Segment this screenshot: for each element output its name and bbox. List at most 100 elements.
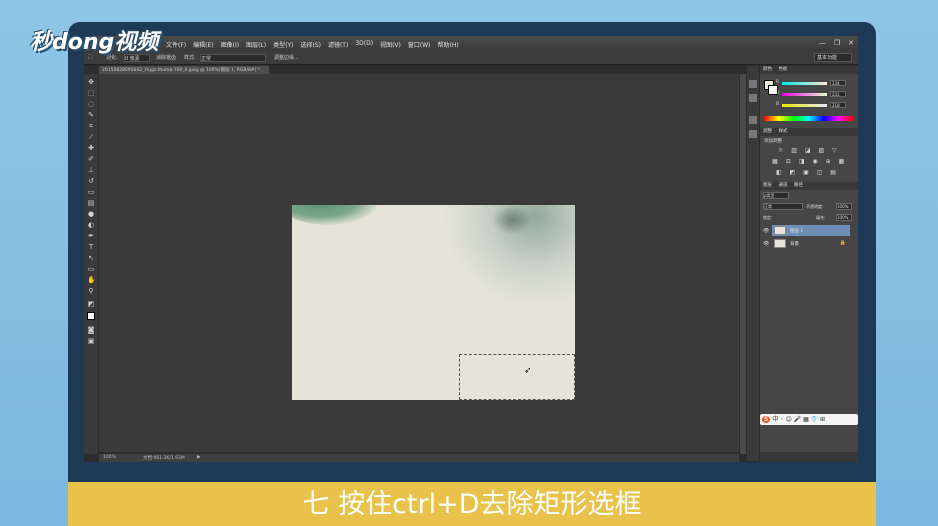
document-tab[interactable]: 20150828095642_Ykjgz.thumb.700_0.jpeg @ … <box>99 66 269 74</box>
zoom-level[interactable]: 100% <box>103 455 116 460</box>
layer1-visibility-icon[interactable]: 👁 <box>763 228 769 234</box>
vertical-scrollbar[interactable] <box>740 74 746 454</box>
tab-paths[interactable]: 路径 <box>794 183 803 188</box>
menu-filter[interactable]: 滤镜(T) <box>328 40 348 49</box>
foreground-color-swatch[interactable] <box>87 312 95 320</box>
type-tool-icon[interactable]: T <box>87 243 95 251</box>
doc-info: 文档:961.2K/1.93M <box>143 456 185 461</box>
caption: 七 按住ctrl+D去除矩形选框 <box>68 482 876 526</box>
document-image[interactable]: ➶ <box>292 205 575 400</box>
zoom-tool-icon[interactable]: ⚲ <box>87 287 95 295</box>
status-bar: 100% 文档:961.2K/1.93M ▶ <box>99 454 739 462</box>
add-adjustment-title: 添加调整 <box>764 139 782 144</box>
hand-tool-icon[interactable]: ✋ <box>87 276 96 284</box>
menu-type[interactable]: 类型(Y) <box>273 40 293 49</box>
photoshop-window: 文件(F) 编辑(E) 图像(I) 图层(L) 类型(Y) 选择(S) 滤镜(T… <box>84 36 858 462</box>
healing-tool-icon[interactable]: ✚ <box>87 144 95 152</box>
menu-help[interactable]: 帮助(H) <box>438 40 459 49</box>
rect-marquee-tool-icon[interactable]: ⬚ <box>87 89 95 97</box>
screen-mode-icon[interactable]: ▣ <box>87 337 95 345</box>
shape-tool-icon[interactable]: ▭ <box>87 265 95 273</box>
menu-image[interactable]: 图像(I) <box>221 40 239 49</box>
background-visibility-icon[interactable]: 👁 <box>763 241 769 247</box>
ime-status: 中 ◦ ☺ 🎤 ▦ 👕 ⊞ <box>772 416 826 423</box>
adjust-icons-row2[interactable]: ▦ ⚖ ◨ ◉ ⊕ ▦ <box>772 158 847 165</box>
history-brush-tool-icon[interactable]: ↺ <box>87 177 95 185</box>
path-select-tool-icon[interactable]: ↖ <box>87 254 95 262</box>
layer-thumbnail <box>774 239 786 248</box>
adjust-icons-row1[interactable]: ☼ ▥ ◪ ▨ ▽ <box>778 147 840 154</box>
b-slider[interactable] <box>782 104 827 107</box>
ime-toolbar[interactable]: S 中 ◦ ☺ 🎤 ▦ 👕 ⊞ <box>760 414 858 425</box>
lasso-tool-icon[interactable]: ◌ <box>87 100 95 108</box>
menu-layer[interactable]: 图层(L) <box>246 40 266 49</box>
canvas-area[interactable]: ➶ <box>99 74 739 452</box>
tab-adjustments[interactable]: 调整 <box>763 129 772 134</box>
fill-value[interactable]: 100% <box>836 214 852 221</box>
right-panels: 颜色 色板 R 234 G 231 B 218 调整 样式 添加调整 ☼ ▥ ◪… <box>760 66 858 462</box>
menu-view[interactable]: 视图(V) <box>380 40 401 49</box>
title-menu-bar: 文件(F) 编辑(E) 图像(I) 图层(L) 类型(Y) 选择(S) 滤镜(T… <box>84 36 858 51</box>
r-value[interactable]: 234 <box>830 80 846 86</box>
menu-3d[interactable]: 3D(D) <box>355 40 373 49</box>
eyedropper-tool-icon[interactable]: ⁄ <box>87 133 95 141</box>
ink-mountain-left <box>292 205 377 225</box>
blend-mode-select[interactable]: 正常 <box>763 203 803 210</box>
antialias-checkbox[interactable]: 消除锯齿 <box>156 54 176 61</box>
b-value[interactable]: 218 <box>830 102 846 108</box>
blur-tool-icon[interactable]: ● <box>87 210 95 218</box>
stamp-tool-icon[interactable]: ⊥ <box>87 166 95 174</box>
character-panel-icon[interactable] <box>749 116 757 124</box>
minimize-button[interactable]: — <box>819 39 826 47</box>
color-spectrum[interactable] <box>764 116 853 121</box>
feather-value: 0 像素 <box>125 56 140 62</box>
layer-name: 图层 1 <box>790 229 804 234</box>
rectangular-selection[interactable] <box>459 354 575 400</box>
menu-edit[interactable]: 编辑(E) <box>193 40 213 49</box>
refine-edge-button[interactable]: 调整边缘... <box>274 54 299 61</box>
move-tool-icon[interactable]: ✥ <box>87 78 95 86</box>
paragraph-panel-icon[interactable] <box>749 130 757 138</box>
opacity-label: 不透明度: <box>806 204 824 209</box>
dodge-tool-icon[interactable]: ◐ <box>87 221 95 229</box>
tab-color[interactable]: 颜色 <box>763 67 772 72</box>
layer-kind-filter[interactable]: ρ类型 <box>763 192 789 199</box>
g-slider[interactable] <box>782 93 827 96</box>
properties-panel-icon[interactable] <box>749 94 757 102</box>
g-value[interactable]: 231 <box>830 91 846 97</box>
brush-tool-icon[interactable]: ✐ <box>87 155 95 163</box>
menu-window[interactable]: 窗口(W) <box>408 40 431 49</box>
menu-file[interactable]: 文件(F) <box>166 40 186 49</box>
window-controls: — ❐ ✕ <box>819 39 854 47</box>
style-value: 正常 <box>201 56 212 62</box>
tab-layers[interactable]: 图层 <box>763 183 772 188</box>
adjust-icons-row3[interactable]: ◧ ◩ ▣ ◫ ▤ <box>776 169 839 176</box>
quick-select-tool-icon[interactable]: ✎ <box>87 111 95 119</box>
r-slider[interactable] <box>782 82 827 85</box>
eraser-tool-icon[interactable]: ▭ <box>87 188 95 196</box>
menu-select[interactable]: 选择(S) <box>300 40 321 49</box>
tab-channels[interactable]: 通道 <box>778 183 787 188</box>
quick-mask-icon[interactable]: ◙ <box>87 326 95 334</box>
tab-swatches[interactable]: 色板 <box>778 67 787 72</box>
workspace-preset[interactable]: 基本功能 <box>814 53 852 62</box>
cursor-icon: ➶ <box>524 366 532 376</box>
status-arrow-icon[interactable]: ▶ <box>197 455 200 460</box>
default-colors-icon[interactable]: ◩ <box>87 300 95 308</box>
opacity-value[interactable]: 100% <box>836 203 852 210</box>
g-label: G <box>776 91 780 96</box>
layer-name: 背景 <box>790 242 799 247</box>
fill-label: 填充: <box>816 215 826 220</box>
restore-button[interactable]: ❐ <box>834 39 840 47</box>
crop-tool-icon[interactable]: ⌗ <box>87 122 95 130</box>
b-label: B <box>776 102 780 107</box>
gradient-tool-icon[interactable]: ▤ <box>87 199 95 207</box>
close-button[interactable]: ✕ <box>848 39 854 47</box>
history-panel-icon[interactable] <box>749 80 757 88</box>
pen-tool-icon[interactable]: ✒ <box>87 232 95 240</box>
layer-row[interactable]: 背景 🔒 <box>772 238 850 249</box>
r-label: R <box>776 80 780 85</box>
layer-row[interactable]: 图层 1 <box>772 225 850 236</box>
tab-styles[interactable]: 样式 <box>778 129 787 134</box>
style-select[interactable]: 正常 <box>200 54 266 62</box>
